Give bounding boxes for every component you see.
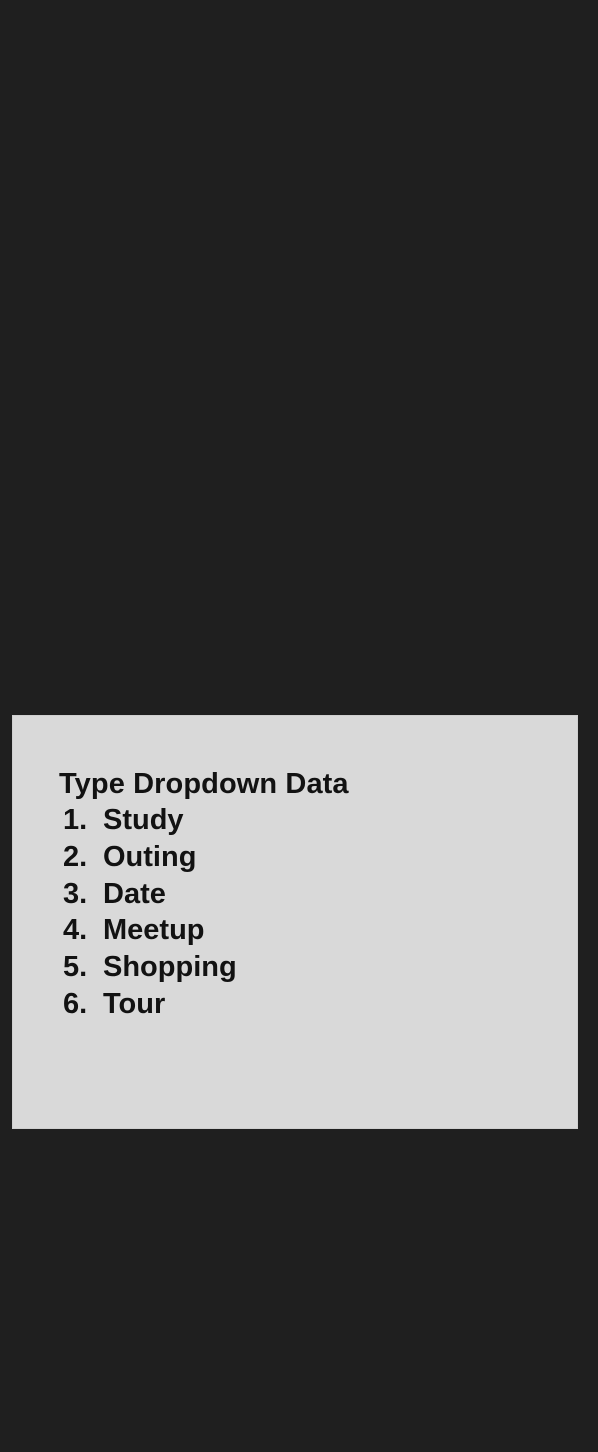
list-item-label: Meetup [103, 914, 205, 947]
list-item: 4. Meetup [63, 912, 237, 949]
list-item-number: 2. [63, 840, 88, 873]
list-item-number: 4. [63, 914, 88, 947]
list-item-label: Outing [103, 840, 197, 873]
list-item-number: 6. [63, 987, 88, 1020]
list-item: 6. Tour [63, 986, 237, 1023]
note-title: Type Dropdown Data [59, 768, 349, 800]
type-options-list: 1. Study 2. Outing 3. Date 4. Meetup 5. … [63, 802, 237, 1023]
list-item-number: 3. [63, 877, 88, 910]
list-item-label: Tour [103, 987, 166, 1020]
list-item: 1. Study [63, 802, 237, 839]
list-item-number: 5. [63, 951, 88, 984]
list-item-label: Study [103, 804, 184, 836]
list-item: 5. Shopping [63, 949, 237, 986]
list-item: 3. Date [63, 876, 237, 913]
list-item-number: 1. [63, 804, 88, 836]
list-item-label: Shopping [103, 951, 237, 984]
dropdown-data-note: Type Dropdown Data 1. Study 2. Outing 3.… [12, 715, 578, 1129]
list-item-label: Date [103, 877, 166, 910]
list-item: 2. Outing [63, 839, 237, 876]
